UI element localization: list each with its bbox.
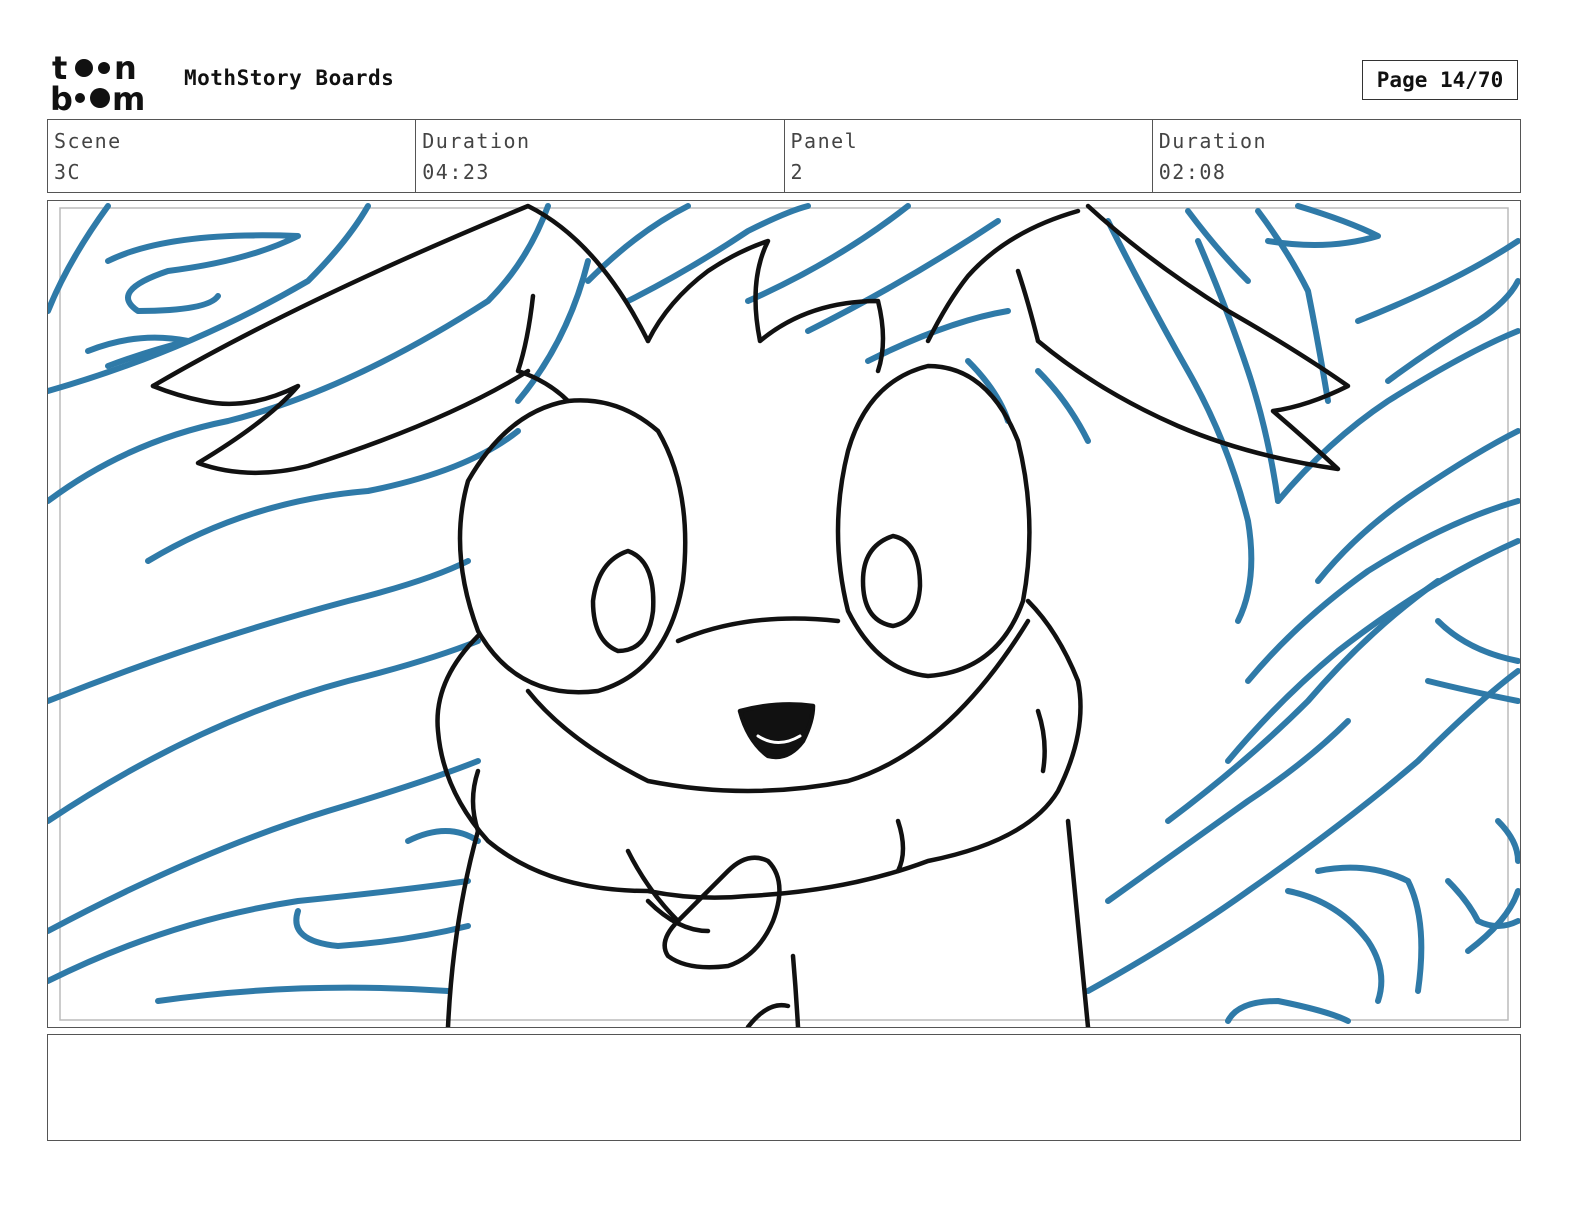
scene-cell: Scene 3C [48, 120, 417, 192]
panel-duration-label: Duration [1158, 129, 1268, 153]
panel-duration-cell: Duration 02:08 [1153, 120, 1520, 192]
scene-info-row: Scene 3C Duration 04:23 Panel 2 Duration… [47, 119, 1521, 193]
panel-label: Panel [790, 129, 859, 153]
safe-frame [59, 207, 1509, 1021]
panel-notes-box[interactable] [47, 1034, 1521, 1141]
scene-label: Scene [54, 129, 122, 153]
panel-value: 2 [790, 160, 805, 184]
panel-duration-value: 02:08 [1158, 160, 1227, 184]
scene-duration-cell: Duration 04:23 [416, 120, 785, 192]
page-indicator: Page 14/70 [1362, 60, 1518, 100]
panel-drawing [48, 203, 1520, 1027]
svg-text:m: m [112, 80, 145, 114]
scene-duration-label: Duration [422, 129, 531, 153]
document-title: MothStory Boards [184, 66, 395, 90]
storyboard-panel[interactable] [47, 200, 1521, 1028]
panel-cell: Panel 2 [785, 120, 1153, 192]
background-branches [48, 203, 1520, 1024]
toonboom-logo: t n b m [50, 50, 145, 114]
svg-text:b: b [50, 80, 73, 114]
scene-value: 3C [54, 160, 82, 184]
character-lineart [150, 203, 1351, 1027]
scene-duration-value: 04:23 [422, 160, 490, 184]
